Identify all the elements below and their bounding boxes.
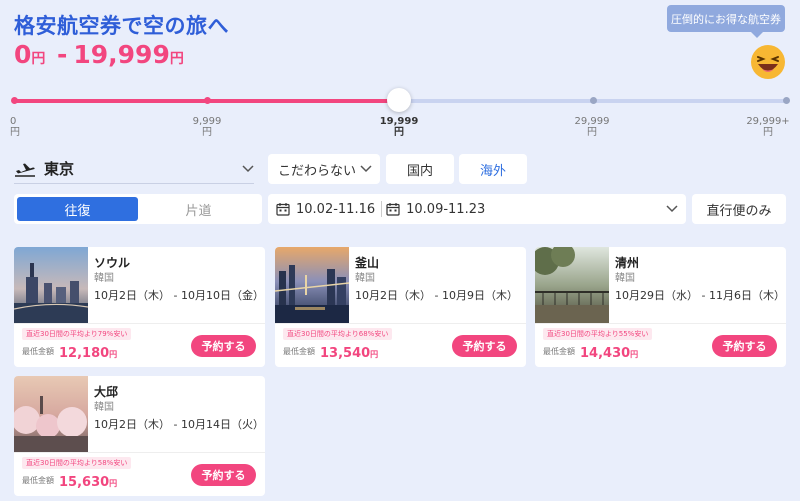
min-price: 13,540円: [320, 346, 379, 361]
min-price-label: 最低金額: [283, 347, 315, 356]
discount-badge: 直近30日間の平均より79%安い: [22, 328, 132, 340]
price-min: 0: [14, 40, 32, 69]
deal-tooltip: 圧倒的にお得な航空券: [667, 5, 785, 38]
destination-any-label: こだわらない: [278, 163, 357, 179]
nonstop-only-button[interactable]: 直行便のみ: [692, 194, 786, 224]
round-trip-option[interactable]: 往復: [17, 197, 138, 221]
destination-card[interactable]: 清州 韓国 10月29日（水） - 11月6日（木） 直近30日間の平均より55…: [535, 247, 786, 367]
book-button[interactable]: 予約する: [452, 335, 517, 357]
destination-country: 韓国: [615, 273, 635, 284]
min-price-label: 最低金額: [543, 347, 575, 356]
trip-dates: 10月2日（木） - 10月10日（金）: [94, 289, 264, 302]
trip-dates: 10月29日（水） - 11月6日（木）: [615, 289, 785, 302]
min-price: 14,430円: [580, 346, 639, 361]
origin-city: 東京: [44, 160, 75, 178]
laughing-emoji-icon: [751, 45, 785, 79]
chevron-down-icon: [360, 165, 372, 173]
slider-tick: 29,999+ 円: [746, 116, 790, 138]
trip-dates: 10月2日（木） - 10月9日（木）: [355, 289, 518, 302]
book-button[interactable]: 予約する: [712, 335, 777, 357]
destination-photo: [14, 376, 88, 452]
min-price: 15,630円: [59, 475, 118, 490]
slider-tick: 0円: [10, 116, 20, 138]
price-max: 19,999: [73, 40, 170, 69]
slider-stop[interactable]: [204, 97, 211, 104]
destination-country: 韓国: [94, 402, 114, 413]
discount-badge: 直近30日間の平均より68%安い: [283, 328, 393, 340]
card-divider: [14, 323, 265, 324]
date-divider: [381, 201, 383, 217]
discount-badge: 直近30日間の平均より55%安い: [543, 328, 653, 340]
destination-card[interactable]: 大邱 韓国 10月2日（木） - 10月14日（火） 直近30日間の平均より58…: [14, 376, 265, 496]
currency-unit: 円: [31, 51, 46, 67]
min-price-label: 最低金額: [22, 476, 54, 485]
discount-badge: 直近30日間の平均より58%安い: [22, 457, 132, 469]
price-range: 0円 -19,999円: [14, 40, 184, 69]
destination-card[interactable]: 釜山 韓国 10月2日（木） - 10月9日（木） 直近30日間の平均より68%…: [275, 247, 526, 367]
book-button[interactable]: 予約する: [191, 335, 256, 357]
depart-date-range: 10.02-11.16: [296, 201, 376, 217]
tab-domestic[interactable]: 国内: [386, 154, 454, 184]
destination-photo: [535, 247, 609, 323]
range-dash: -: [56, 40, 68, 69]
card-divider: [535, 323, 786, 324]
origin-select[interactable]: 東京: [14, 154, 254, 184]
slider-tick: 29,999 円: [574, 116, 610, 138]
slider-tick: 9,999 円: [192, 116, 222, 138]
slider-tick: 19,999 円: [379, 116, 419, 138]
card-divider: [14, 452, 265, 453]
destination-card[interactable]: ソウル 韓国 10月2日（木） - 10月10日（金） 直近30日間の平均より7…: [14, 247, 265, 367]
slider-stop[interactable]: [590, 97, 597, 104]
destination-photo: [14, 247, 88, 323]
tab-international[interactable]: 海外: [459, 154, 527, 184]
destination-country: 韓国: [94, 273, 114, 284]
chevron-down-icon: [666, 205, 678, 213]
trip-dates: 10月2日（木） - 10月14日（火）: [94, 418, 264, 431]
calendar-icon: [276, 203, 290, 216]
slider-stop[interactable]: [11, 97, 18, 104]
book-button[interactable]: 予約する: [191, 464, 256, 486]
card-divider: [275, 323, 526, 324]
trip-type-toggle: 往復 片道: [14, 194, 262, 224]
min-price: 12,180円: [59, 346, 118, 361]
price-slider-handle[interactable]: [387, 88, 411, 112]
page-title: 格安航空券で空の旅へ: [14, 14, 229, 38]
plane-icon: [15, 163, 35, 177]
min-price-label: 最低金額: [22, 347, 54, 356]
currency-unit: 円: [169, 51, 184, 67]
return-date-range: 10.09-11.23: [406, 201, 486, 217]
chevron-down-icon: [242, 164, 254, 172]
destination-country: 韓国: [355, 273, 375, 284]
calendar-icon: [386, 203, 400, 216]
destination-any-select[interactable]: こだわらない: [268, 154, 380, 184]
one-way-option[interactable]: 片道: [138, 197, 259, 221]
date-range-select[interactable]: 10.02-11.16 10.09-11.23: [268, 194, 686, 224]
slider-stop[interactable]: [783, 97, 790, 104]
destination-photo: [275, 247, 349, 323]
